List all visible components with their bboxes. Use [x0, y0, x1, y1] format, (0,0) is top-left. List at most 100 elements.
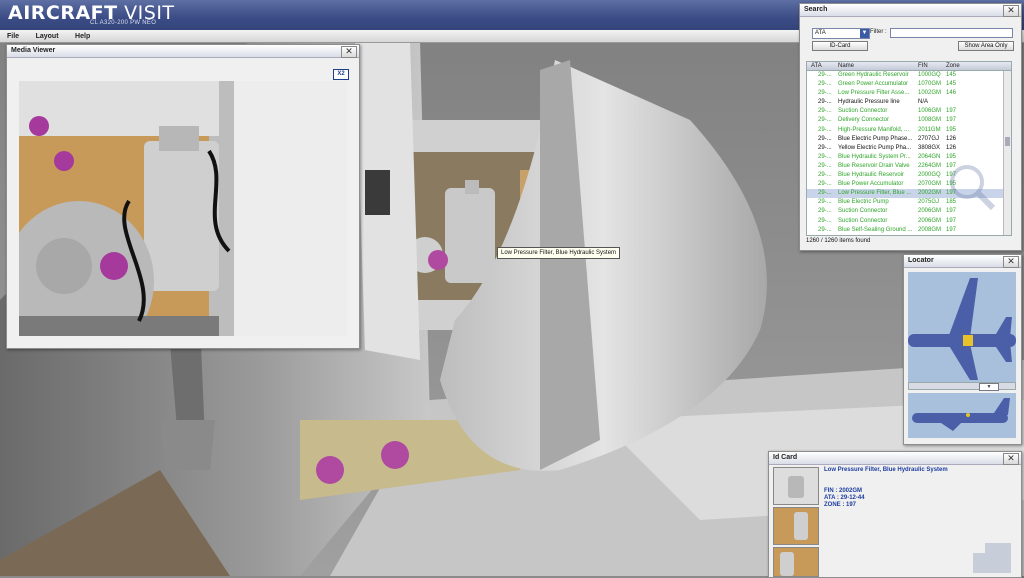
id-card-button[interactable]: ID-Card: [812, 41, 868, 51]
result-zone: 145: [946, 72, 957, 78]
scrollbar-thumb[interactable]: [1005, 137, 1010, 146]
result-fin: 1000GQ: [918, 72, 941, 78]
search-scrollbar[interactable]: [1003, 71, 1011, 235]
result-ata: 29-...: [818, 226, 832, 233]
show-area-only-button[interactable]: Show Area Only: [958, 41, 1014, 51]
result-fin: 2064GN: [918, 153, 941, 160]
locator-close-button[interactable]: ✕: [1003, 256, 1019, 268]
result-fin: 2707GJ: [918, 135, 940, 142]
result-name: Green Power Accumulator: [838, 81, 909, 88]
result-fin: 1008GM: [918, 117, 942, 124]
id-card-panel: Id Card ✕ Low Pressure Filter, Blue Hydr…: [768, 451, 1022, 578]
result-ata: 29-...: [818, 135, 832, 142]
result-fin: 2006GM: [918, 208, 942, 215]
chevron-down-icon: ▼: [979, 383, 999, 391]
aircraft-model-subtitle: CL A320-200 PW NEO: [90, 20, 157, 26]
result-name: Blue Electric Pump Phase...: [838, 135, 913, 142]
result-ata: 29-...: [818, 190, 832, 197]
locator-side-view[interactable]: [908, 393, 1016, 438]
result-name: Blue Power Accumulator: [838, 181, 904, 188]
search-result-row[interactable]: 29-... Suction Connector 1006GM 197: [807, 107, 1011, 116]
filter-input[interactable]: [890, 28, 1013, 38]
result-zone: 195: [946, 153, 957, 160]
col-ata[interactable]: ATA: [811, 62, 822, 70]
media-viewer-panel: Media Viewer ✕ X2: [6, 44, 360, 349]
result-fin: 2070GM: [918, 181, 942, 188]
id-card-fin: FIN : 2002GM: [824, 488, 863, 494]
result-name: Suction Connector: [838, 208, 888, 215]
col-zone[interactable]: Zone: [946, 62, 960, 70]
result-fin: 3808GX: [918, 144, 941, 151]
locator-divider-control[interactable]: ▼: [908, 382, 1016, 391]
result-zone: 146: [946, 90, 957, 97]
result-name: Blue Hydraulic System Pr...: [838, 153, 911, 160]
result-ata: 29-...: [818, 144, 832, 151]
zoom-x2-button[interactable]: X2: [333, 69, 349, 80]
result-ata: 29-...: [818, 181, 832, 188]
result-zone: 126: [946, 135, 957, 142]
id-card-item-name: Low Pressure Filter, Blue Hydraulic Syst…: [824, 467, 948, 473]
id-card-thumbnail-3[interactable]: [773, 547, 819, 577]
result-zone: 195: [946, 126, 957, 133]
id-card-close-button[interactable]: ✕: [1003, 453, 1019, 465]
search-close-button[interactable]: ✕: [1003, 5, 1019, 17]
search-result-row[interactable]: 29-... Green Hydraulic Reservoir 1000GQ 145: [807, 71, 1011, 80]
search-result-row[interactable]: 29-... Low Pressure Filter Asse... 1002GM 1…: [807, 89, 1011, 98]
col-fin[interactable]: FIN: [918, 62, 928, 70]
result-zone: 197: [946, 108, 957, 115]
result-name: Delivery Connector: [838, 117, 890, 124]
search-title[interactable]: Search: [800, 4, 1021, 17]
locator-top-view[interactable]: [908, 272, 1016, 382]
result-ata: 29-...: [818, 117, 832, 124]
id-card-thumbnail-1[interactable]: [773, 467, 819, 505]
component-tooltip: Low Pressure Filter, Blue Hydraulic Syst…: [497, 247, 621, 259]
result-fin: 1070GM: [918, 81, 942, 88]
search-result-row[interactable]: 29-... Yellow Electric Pump Pha... 3808GX 1…: [807, 144, 1011, 153]
magnifier-icon: [950, 165, 996, 211]
id-card-ata: ATA : 29-12-44: [824, 495, 865, 501]
filter-label: Filter :: [870, 29, 887, 35]
result-zone: 126: [946, 144, 957, 151]
result-ata: 29-...: [818, 199, 832, 206]
result-name: Blue Self-Sealing Ground ...: [838, 226, 913, 233]
media-viewer-close-button[interactable]: ✕: [341, 46, 357, 58]
chevron-down-icon: ▼: [860, 29, 869, 38]
result-ata: 29-...: [818, 72, 832, 78]
result-ata: 29-...: [818, 108, 832, 115]
id-card-zone: ZONE : 197: [824, 502, 857, 508]
menu-layout[interactable]: Layout: [29, 31, 66, 43]
document-icon: [973, 543, 1013, 573]
result-zone: 145: [946, 81, 957, 88]
result-name: Yellow Electric Pump Pha...: [838, 144, 912, 151]
search-result-row[interactable]: 29-... Blue Hydraulic System Pr... 2064GN 1…: [807, 153, 1011, 162]
menu-file[interactable]: File: [0, 31, 26, 43]
result-fin: 2264GM: [918, 162, 942, 169]
result-ata: 29-...: [818, 162, 832, 169]
result-ata: 29-...: [818, 81, 832, 88]
result-name: Suction Connector: [838, 217, 888, 224]
result-ata: 29-...: [818, 99, 832, 106]
search-result-row[interactable]: 29-... Suction Connector 2006GM 197: [807, 217, 1011, 226]
result-name: Blue Reservoir Drain Valve: [838, 162, 910, 169]
search-result-row[interactable]: 29-... High-Pressure Manifold, ... 2011GM 1…: [807, 126, 1011, 135]
result-name: Low Pressure Filter Asse...: [838, 90, 910, 97]
result-fin: 2011GM: [918, 126, 941, 133]
search-result-row[interactable]: 29-... Blue Self-Sealing Ground ... 2008GM…: [807, 226, 1011, 235]
search-result-row[interactable]: 29-... Delivery Connector 1008GM 197: [807, 116, 1011, 125]
result-name: Green Hydraulic Reservoir: [838, 72, 909, 78]
locator-panel: Locator ✕ ▼: [903, 254, 1022, 445]
items-found-count: 1260 / 1260 items found: [806, 238, 871, 244]
result-fin: 2008GM: [918, 226, 942, 233]
ata-select[interactable]: ATA ▼: [812, 28, 870, 39]
result-ata: 29-...: [818, 217, 832, 224]
result-fin: 2002GM: [918, 190, 942, 197]
media-viewer-title[interactable]: Media Viewer: [7, 45, 359, 58]
id-card-thumbnail-2[interactable]: [773, 507, 819, 545]
menu-help[interactable]: Help: [68, 31, 97, 43]
result-name: Low Pressure Filter, Blue ...: [838, 190, 912, 197]
col-name[interactable]: Name: [838, 62, 854, 70]
search-result-row[interactable]: 29-... Green Power Accumulator 1070GM 145: [807, 80, 1011, 89]
search-result-row[interactable]: 29-... Blue Electric Pump Phase... 2707GJ 1…: [807, 135, 1011, 144]
search-result-row[interactable]: 29-... Hydraulic Pressure line N/A: [807, 98, 1011, 107]
id-card-title[interactable]: Id Card: [769, 452, 1021, 465]
